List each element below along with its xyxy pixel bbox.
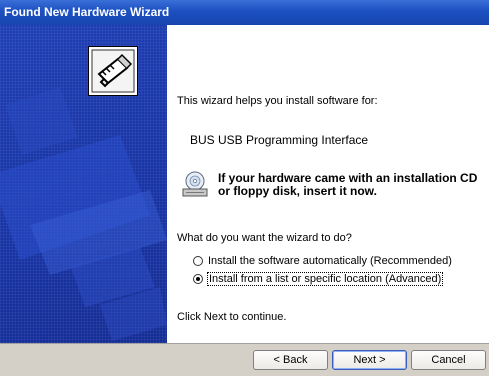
cd-note: If your hardware came with an installati… <box>218 172 483 198</box>
back-button[interactable]: < Back <box>253 350 328 370</box>
side-panel-graphic <box>0 87 167 341</box>
option-install-from-list[interactable]: Install from a list or specific location… <box>193 271 444 287</box>
intro-text: This wizard helps you install software f… <box>177 95 378 107</box>
cd-drive-icon <box>182 171 208 197</box>
option-install-automatically[interactable]: Install the software automatically (Reco… <box>193 253 452 269</box>
wizard-content: This wizard helps you install software f… <box>167 25 489 343</box>
cd-note-line-2: or floppy disk, insert it now. <box>218 184 377 198</box>
title-bar[interactable]: Found New Hardware Wizard <box>0 0 489 25</box>
radio-install-automatically[interactable] <box>193 256 203 266</box>
radio-install-from-list[interactable] <box>193 274 203 284</box>
option-label-advanced[interactable]: Install from a list or specific location… <box>206 272 444 286</box>
wizard-side-panel <box>0 25 167 343</box>
wizard-window: Found New Hardware Wizard This wizard he… <box>0 0 489 376</box>
question-text: What do you want the wizard to do? <box>177 232 352 244</box>
window-title: Found New Hardware Wizard <box>4 5 170 19</box>
option-label-automatic[interactable]: Install the software automatically (Reco… <box>208 255 452 267</box>
device-name: BUS USB Programming Interface <box>190 133 369 147</box>
next-button[interactable]: Next > <box>332 350 407 370</box>
cancel-button[interactable]: Cancel <box>411 350 486 370</box>
hardware-card-icon <box>88 46 138 96</box>
footer-text: Click Next to continue. <box>177 311 287 323</box>
button-bar: < Back Next > Cancel <box>0 343 489 376</box>
